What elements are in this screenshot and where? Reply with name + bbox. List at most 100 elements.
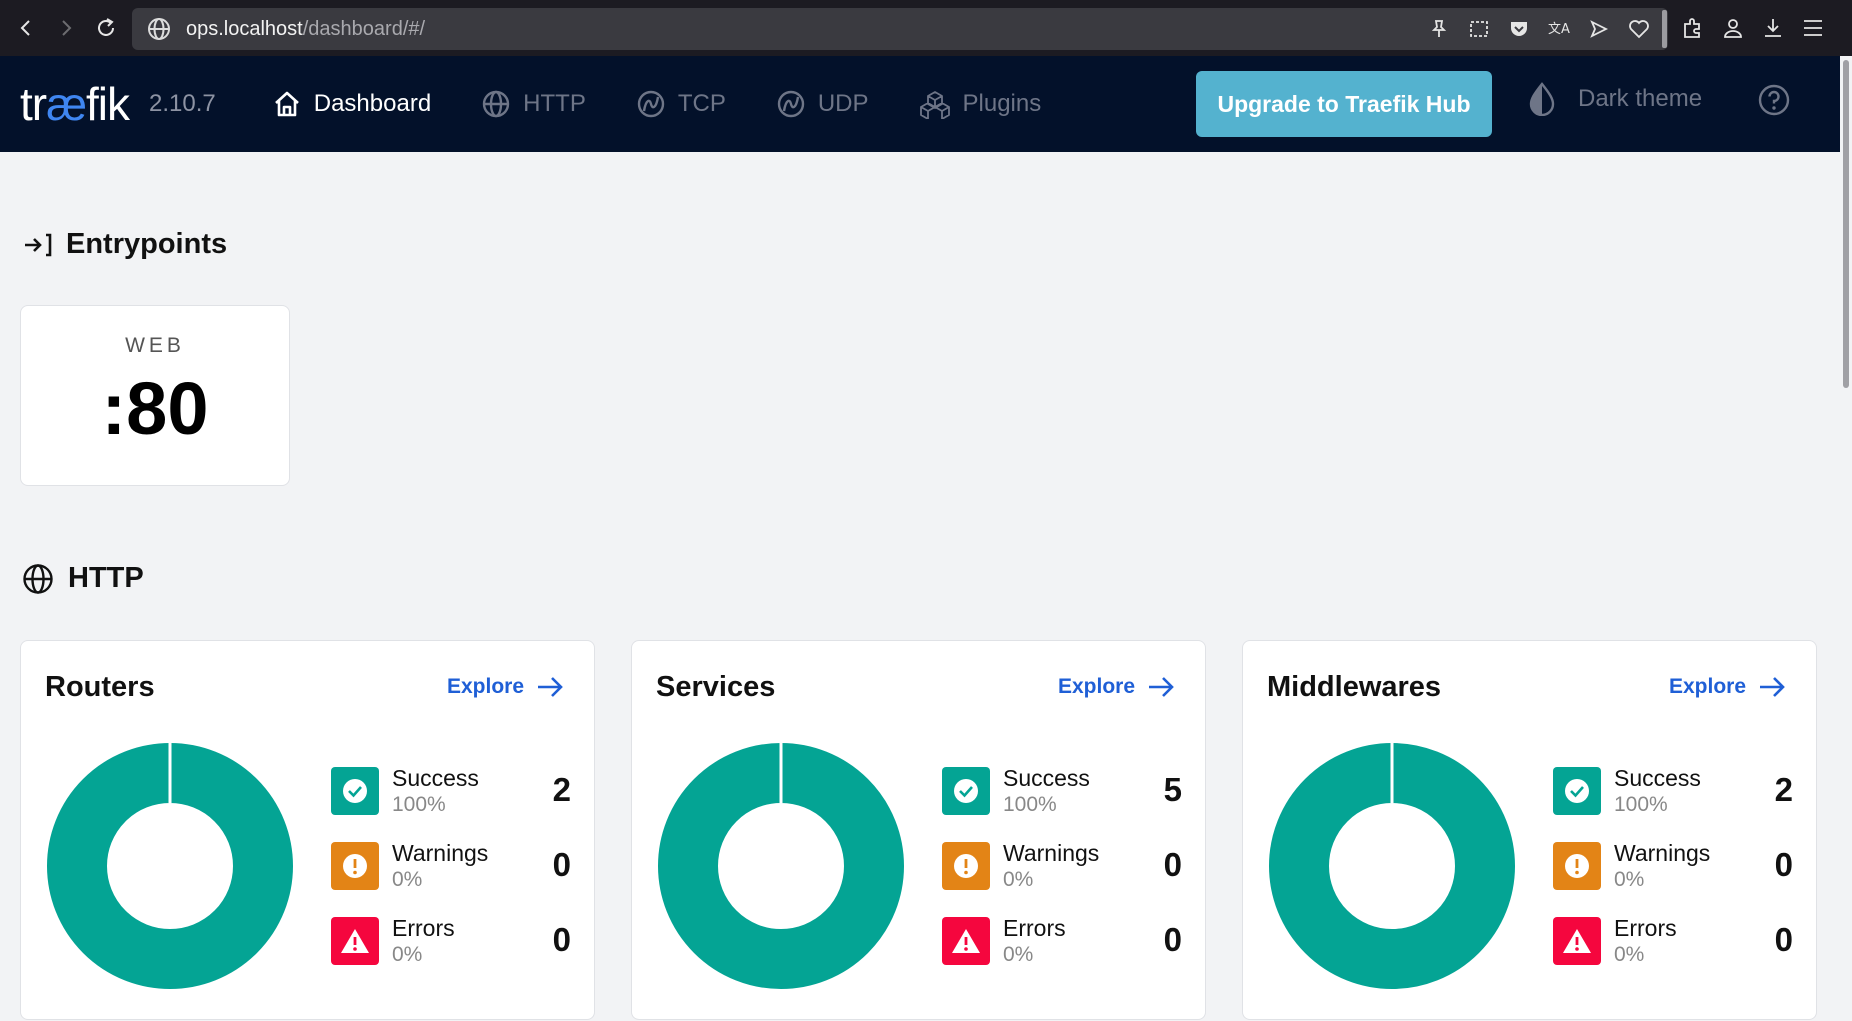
- nav-tcp[interactable]: TCP: [636, 89, 726, 119]
- svg-text:文A: 文A: [1548, 22, 1570, 37]
- warnings-stat: Warnings 0% 0: [942, 838, 1182, 894]
- routers-card: Routers Explore Success 100% 2 Warnings …: [20, 640, 595, 1020]
- stat-count: 0: [1163, 921, 1182, 958]
- stat-label: Success: [1614, 765, 1701, 791]
- dark-theme-toggle[interactable]: Dark theme: [1528, 82, 1702, 116]
- entrypoint-arrow-icon: [25, 233, 52, 256]
- translate-icon[interactable]: 文A: [1546, 16, 1572, 42]
- stat-count: 2: [1774, 771, 1793, 808]
- app-header: træfik 2.10.7 Dashboard HTTP TCP UDP Plu…: [0, 56, 1840, 152]
- heart-icon[interactable]: [1626, 16, 1652, 42]
- traefik-logo[interactable]: træfik: [20, 77, 130, 131]
- success-stat: Success 100% 2: [1553, 763, 1793, 819]
- stat-label: Success: [392, 765, 479, 791]
- stat-percent: 100%: [392, 793, 446, 816]
- errors-stat: Errors 0% 0: [331, 913, 571, 969]
- errors-stat: Errors 0% 0: [1553, 913, 1793, 969]
- home-icon: [274, 91, 299, 117]
- stat-label: Warnings: [1614, 840, 1711, 866]
- middlewares-card: Middlewares Explore Success 100% 2 Warni…: [1242, 640, 1817, 1020]
- stat-percent: 0%: [1003, 943, 1034, 966]
- pin-icon[interactable]: [1426, 16, 1452, 42]
- explore-label: Explore: [1668, 675, 1746, 698]
- nav-dashboard[interactable]: Dashboard: [272, 89, 431, 119]
- warning-icon: [942, 842, 990, 890]
- stat-count: 0: [552, 921, 571, 958]
- tcp-icon: [637, 90, 665, 118]
- site-info-icon[interactable]: [138, 17, 180, 41]
- services-card: Services Explore Success 100% 5 Warnings…: [631, 640, 1206, 1020]
- send-icon[interactable]: [1586, 16, 1612, 42]
- stat-percent: 0%: [392, 943, 423, 966]
- stat-percent: 0%: [1003, 868, 1034, 891]
- check-icon: [1553, 767, 1601, 815]
- errors-stat: Errors 0% 0: [942, 913, 1182, 969]
- explore-label: Explore: [1057, 675, 1135, 698]
- url-bar[interactable]: ops.localhost/dashboard/#/ 文A: [132, 8, 1668, 50]
- arrow-right-icon: [1760, 677, 1785, 697]
- stat-count: 2: [552, 771, 571, 808]
- explore-middlewares-link[interactable]: Explore: [1669, 675, 1786, 699]
- browser-toolbar: ops.localhost/dashboard/#/ 文A: [0, 0, 1852, 56]
- warnings-stat: Warnings 0% 0: [1553, 838, 1793, 894]
- warning-icon: [1553, 842, 1601, 890]
- menu-icon[interactable]: [1800, 15, 1826, 41]
- help-icon[interactable]: [1758, 84, 1790, 121]
- drop-icon: [1529, 82, 1555, 116]
- globe-icon: [23, 563, 53, 594]
- stat-percent: 100%: [1003, 793, 1057, 816]
- error-icon: [1553, 917, 1601, 965]
- toolbar-separator: [1662, 10, 1667, 48]
- stat-count: 0: [1774, 921, 1793, 958]
- reload-icon[interactable]: [86, 8, 126, 48]
- nav-plugins[interactable]: Plugins: [919, 89, 1042, 119]
- nav-udp[interactable]: UDP: [776, 89, 869, 119]
- error-icon: [331, 917, 379, 965]
- screenshot-icon[interactable]: [1466, 16, 1492, 42]
- arrow-right-icon: [1149, 677, 1174, 697]
- scrollbar-thumb[interactable]: [1843, 60, 1849, 388]
- stat-label: Success: [1003, 765, 1090, 791]
- error-icon: [942, 917, 990, 965]
- explore-services-link[interactable]: Explore: [1058, 675, 1175, 699]
- status-donut-chart: [1269, 741, 1515, 989]
- stat-count: 0: [552, 846, 571, 883]
- card-title: Routers: [45, 671, 155, 703]
- success-stat: Success 100% 5: [942, 763, 1182, 819]
- main-nav: Dashboard HTTP TCP UDP Plugins: [272, 89, 1091, 119]
- upgrade-hub-button[interactable]: Upgrade to Traefik Hub: [1196, 71, 1492, 137]
- nav-dashboard-label: Dashboard: [313, 90, 432, 117]
- stat-label: Errors: [1003, 915, 1066, 941]
- stat-count: 0: [1163, 846, 1182, 883]
- http-heading: HTTP: [22, 562, 144, 595]
- pocket-icon[interactable]: [1506, 16, 1532, 42]
- stat-percent: 100%: [1614, 793, 1668, 816]
- nav-http[interactable]: HTTP: [481, 89, 586, 119]
- status-donut-chart: [658, 741, 904, 989]
- stat-label: Warnings: [1003, 840, 1100, 866]
- warning-icon: [331, 842, 379, 890]
- download-icon[interactable]: [1760, 15, 1786, 41]
- success-stat: Success 100% 2: [331, 763, 571, 819]
- back-icon[interactable]: [6, 8, 46, 48]
- explore-routers-link[interactable]: Explore: [447, 675, 564, 699]
- globe-icon: [482, 90, 510, 118]
- http-title: HTTP: [68, 562, 144, 594]
- nav-udp-label: UDP: [817, 90, 869, 117]
- stat-count: 5: [1163, 771, 1182, 808]
- account-icon[interactable]: [1720, 15, 1746, 41]
- card-title: Services: [656, 671, 776, 703]
- entrypoint-port: :80: [101, 367, 209, 450]
- url-text[interactable]: ops.localhost/dashboard/#/: [186, 18, 425, 41]
- stat-percent: 0%: [1614, 868, 1645, 891]
- stat-percent: 0%: [1614, 943, 1645, 966]
- forward-icon[interactable]: [46, 8, 86, 48]
- version-label: 2.10.7: [149, 90, 216, 117]
- explore-label: Explore: [446, 675, 524, 698]
- stat-label: Warnings: [392, 840, 489, 866]
- stat-percent: 0%: [392, 868, 423, 891]
- extensions-icon[interactable]: [1680, 15, 1706, 41]
- check-icon: [942, 767, 990, 815]
- nav-plugins-label: Plugins: [962, 90, 1042, 117]
- entrypoint-card-web[interactable]: WEB :80: [20, 305, 290, 486]
